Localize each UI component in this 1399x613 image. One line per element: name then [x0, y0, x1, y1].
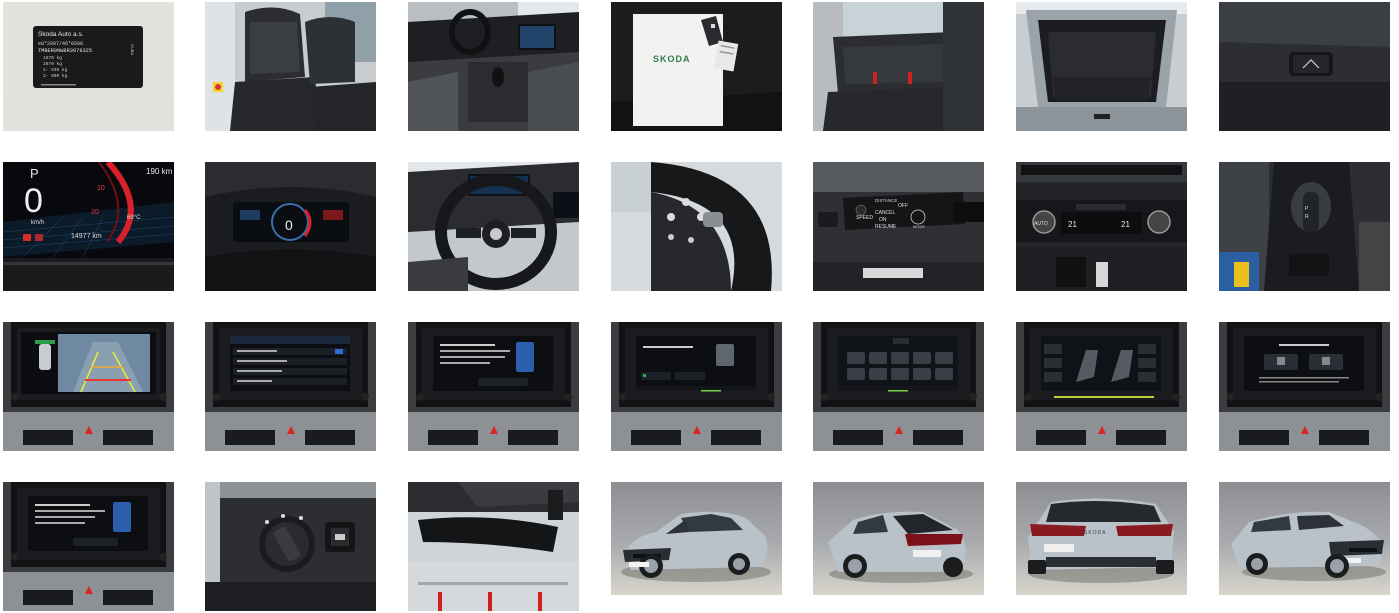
- infotainment-menu-photo: [611, 322, 782, 451]
- svg-text:1- 930 kg: 1- 930 kg: [43, 67, 68, 73]
- thumbnail-rear-view-mirror[interactable]: [408, 482, 579, 611]
- svg-text:CANCEL: CANCEL: [875, 210, 896, 216]
- thumbnail-keys-manual[interactable]: SKODA: [611, 2, 782, 131]
- rear-seats-photo: [813, 2, 984, 131]
- svg-text:69°C: 69°C: [127, 215, 141, 221]
- exterior-front-left-photo: [611, 482, 782, 595]
- svg-text:TMBER9NW8R3078325: TMBER9NW8R3078325: [38, 48, 92, 54]
- infotainment-apps-photo: [813, 322, 984, 451]
- light-switch-photo: [205, 482, 376, 611]
- gear-shifter-photo: P R: [1219, 162, 1390, 291]
- svg-text:21: 21: [1121, 220, 1130, 229]
- thumbnail-front-seats[interactable]: [205, 2, 376, 131]
- svg-text:OFF: OFF: [898, 203, 908, 209]
- svg-text:10: 10: [97, 185, 105, 192]
- svg-text:MODE: MODE: [913, 224, 925, 229]
- svg-text:0: 0: [285, 217, 293, 233]
- svg-text:2- 990 kg: 2- 990 kg: [43, 73, 68, 79]
- thumbnail-infotainment-seats[interactable]: [1016, 322, 1187, 451]
- thumbnail-light-switch[interactable]: [205, 482, 376, 611]
- climate-control-photo: AUTO 21 21: [1016, 162, 1187, 291]
- thumbnail-cruise-stalk[interactable]: DISTANCE SPEED OFF CANCEL ON RESUME MODE: [813, 162, 984, 291]
- thumbnail-trunk[interactable]: [1016, 2, 1187, 131]
- parking-camera-photo: [3, 322, 174, 451]
- svg-text:SPEED: SPEED: [856, 215, 873, 221]
- vin-plate-photo: Skoda Auto a.s. e8*2007/46*0508 TMBER9NW…: [3, 2, 174, 131]
- steering-wheel-photo: [408, 162, 579, 291]
- thumbnail-steering-wheel[interactable]: [408, 162, 579, 291]
- svg-text:20: 20: [91, 209, 99, 216]
- exterior-rear-left-photo: [813, 482, 984, 595]
- rear-view-mirror-photo: [408, 482, 579, 611]
- front-seats-photo: [205, 2, 376, 131]
- cruise-stalk-photo: DISTANCE SPEED OFF CANCEL ON RESUME MODE: [813, 162, 984, 291]
- exterior-front-right-photo: [1219, 482, 1390, 595]
- thumbnail-tailgate-button[interactable]: [1219, 2, 1390, 131]
- keys-manual-photo: SKODA: [611, 2, 782, 131]
- svg-text:P: P: [30, 166, 39, 181]
- svg-text:0: 0: [24, 182, 43, 220]
- photo-gallery: Skoda Auto a.s. e8*2007/46*0508 TMBER9NW…: [0, 0, 1399, 613]
- speedometer-photo: P 0 km/h 190 km 10 20 69°C 14977 km: [3, 162, 174, 291]
- steering-buttons-photo: [611, 162, 782, 291]
- thumbnail-climate-control[interactable]: AUTO 21 21: [1016, 162, 1187, 291]
- exterior-rear-photo: SKODA: [1016, 482, 1187, 595]
- svg-text:ON: ON: [879, 217, 887, 223]
- thumbnail-exterior-front-left[interactable]: [611, 482, 782, 595]
- svg-text:AUTO: AUTO: [1034, 221, 1048, 227]
- svg-text:RESUME: RESUME: [875, 224, 897, 230]
- svg-text:SKODA: SKODA: [1084, 530, 1107, 536]
- svg-text:e8*2007/46*0508: e8*2007/46*0508: [38, 41, 83, 47]
- thumbnail-rear-seats[interactable]: [813, 2, 984, 131]
- thumbnail-infotainment-menu[interactable]: [611, 322, 782, 451]
- thumbnail-infotainment-connect[interactable]: [1219, 322, 1390, 451]
- thumbnail-exterior-rear-left[interactable]: [813, 482, 984, 595]
- thumbnail-infotainment-settings[interactable]: [205, 322, 376, 451]
- svg-text:km/h: km/h: [31, 220, 44, 226]
- thumbnail-vin-plate[interactable]: Skoda Auto a.s. e8*2007/46*0508 TMBER9NW…: [3, 2, 174, 131]
- thumbnail-infotainment-apps[interactable]: [813, 322, 984, 451]
- svg-text:SKODA: SKODA: [653, 54, 691, 64]
- thumbnail-steering-buttons[interactable]: [611, 162, 782, 291]
- thumbnail-infotainment-phone[interactable]: [3, 482, 174, 611]
- svg-text:190 km: 190 km: [146, 167, 173, 176]
- thumbnail-parking-camera[interactable]: [3, 322, 174, 451]
- thumbnail-instrument-cluster[interactable]: 0: [205, 162, 376, 291]
- trunk-photo: [1016, 2, 1187, 131]
- instrument-cluster-photo: 0: [205, 162, 376, 291]
- thumbnail-gear-shifter[interactable]: P R: [1219, 162, 1390, 291]
- thumbnail-exterior-front-right[interactable]: [1219, 482, 1390, 595]
- infotainment-seats-photo: [1016, 322, 1187, 451]
- svg-text:R: R: [1305, 214, 1309, 220]
- svg-text:21: 21: [1068, 220, 1077, 229]
- tailgate-button-photo: [1219, 2, 1390, 131]
- svg-text:14977 km: 14977 km: [71, 233, 102, 240]
- infotainment-settings-photo: [205, 322, 376, 451]
- interior-dashboard-photo: [408, 2, 579, 131]
- svg-text:2870 kg: 2870 kg: [43, 61, 62, 67]
- thumbnail-speedometer[interactable]: P 0 km/h 190 km 10 20 69°C 14977 km: [3, 162, 174, 291]
- svg-text:DUBA: DUBA: [130, 44, 135, 55]
- svg-text:Skoda Auto a.s.: Skoda Auto a.s.: [38, 31, 84, 38]
- svg-text:DISTANCE: DISTANCE: [875, 198, 897, 203]
- infotainment-message-photo: [408, 322, 579, 451]
- thumbnail-exterior-rear[interactable]: SKODA: [1016, 482, 1187, 595]
- thumbnail-interior-dashboard[interactable]: [408, 2, 579, 131]
- svg-text:1870 kg: 1870 kg: [43, 55, 62, 61]
- thumbnail-infotainment-message[interactable]: [408, 322, 579, 451]
- infotainment-phone-photo: [3, 482, 174, 611]
- infotainment-connect-photo: [1219, 322, 1390, 451]
